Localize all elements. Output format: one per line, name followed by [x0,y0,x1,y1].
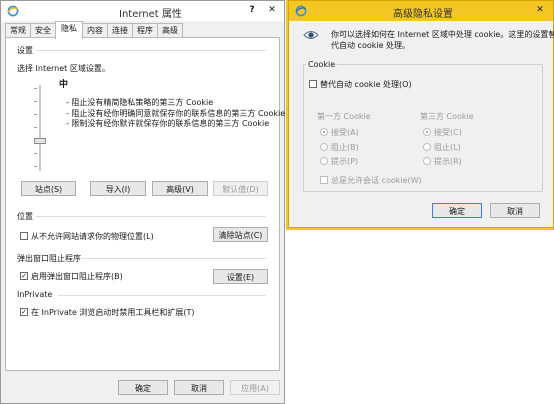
eye-icon [303,27,319,43]
third-party-option: 接受(C) [434,128,462,137]
close-button[interactable]: ✕ [265,3,279,17]
popup-settings-button[interactable]: 设置(E) [213,269,268,284]
import-button[interactable]: 导入(I) [90,181,146,196]
location-header: 位置 [17,212,33,221]
privacy-bullet: - 限制没有经你默许就保存你的联系信息的第三方 Cookie [66,119,270,128]
tab-connections[interactable]: 连接 [107,23,133,38]
slider-tick [34,166,37,167]
inprivate-header: InPrivate [17,290,53,299]
settings-header: 设置 [17,46,33,55]
advanced-privacy-dialog: 高级隐私设置 ✕ 你可以选择如何在 Internet 区域中处理 cookie。… [288,0,554,228]
tab-advanced[interactable]: 高级 [157,23,183,38]
session-cookie-label: 总是允许会话 cookie(W) [331,176,422,185]
tab-security[interactable]: 安全 [30,23,56,38]
override-checkbox[interactable] [309,80,317,88]
title-bar: Internet 属性 ? ✕ [1,1,284,21]
third-party-option: 提示(R) [434,157,462,166]
third-party-block-radio[interactable] [423,143,431,151]
location-checkbox-label: 从不允许网站请求你的物理位置(L) [31,232,154,241]
default-button[interactable]: 默认值(D) [213,181,268,196]
first-party-accept-radio[interactable] [320,128,328,136]
slider-tick [34,88,37,89]
cancel-button[interactable]: 取消 [174,380,224,395]
advanced-button[interactable]: 高级(V) [152,181,208,196]
apply-button[interactable]: 应用(A) [230,380,280,395]
override-checkbox-label: 替代自动 cookie 处理(O) [320,80,412,89]
first-party-option: 接受(A) [331,128,359,137]
third-party-prompt-radio[interactable] [423,157,431,165]
inprivate-checkbox[interactable]: ✓ [20,308,28,316]
privacy-bullet: - 阻止没有精简隐私策略的第三方 Cookie [66,98,214,107]
privacy-pane: 设置 选择 Internet 区域设置。 中 - 阻止没有精简隐私策略的第三方 … [5,37,285,371]
popup-header: 弹出窗口阻止程序 [17,254,81,263]
tab-programs[interactable]: 程序 [132,23,158,38]
first-party-header: 第一方 Cookie [317,112,371,121]
tab-general[interactable]: 常规 [5,23,31,38]
first-party-option: 阻止(B) [331,143,359,152]
dialog-title-bar: 高级隐私设置 ✕ [289,1,553,21]
internet-options-window: Internet 属性 ? ✕ 常规 安全 隐私 内容 连接 程序 高级 设置 … [0,0,285,404]
slider-tick [34,101,37,102]
third-party-accept-radio[interactable] [423,128,431,136]
tab-content[interactable]: 内容 [82,23,108,38]
slider-tick [34,127,37,128]
dialog-cancel-button[interactable]: 取消 [490,203,540,218]
inprivate-checkbox-label: 在 InPrivate 浏览启动时禁用工具栏和扩展(T) [31,308,195,317]
ie-logo-icon [7,5,19,17]
location-divider [36,216,266,217]
popup-checkbox-label: 启用弹出窗口阻止程序(B) [31,272,123,281]
slider-tick [34,153,37,154]
first-party-option: 提示(P) [331,157,359,166]
first-party-block-radio[interactable] [320,143,328,151]
help-button[interactable]: ? [245,3,259,17]
inprivate-divider [58,295,266,296]
clear-sites-button[interactable]: 清除站点(C) [213,227,268,242]
dialog-ok-button[interactable]: 确定 [432,203,482,218]
tab-privacy[interactable]: 隐私 [55,21,83,39]
slider-tick [34,114,37,115]
cookie-group-label: Cookie [306,60,338,69]
session-cookie-checkbox[interactable] [320,176,328,184]
third-party-option: 阻止(L) [434,143,461,152]
popup-checkbox[interactable]: ✓ [20,272,28,280]
close-button[interactable]: ✕ [533,3,547,17]
privacy-slider-track[interactable] [39,85,41,171]
ok-button[interactable]: 确定 [118,380,168,395]
popup-divider [82,258,266,259]
dialog-description: 你可以选择如何在 Internet 区域中处理 cookie。这里的设置替 [331,30,554,39]
zone-prompt: 选择 Internet 区域设置。 [17,64,110,73]
dialog-title: 高级隐私设置 [393,9,453,20]
third-party-header: 第三方 Cookie [420,112,474,121]
window-title: Internet 属性 [119,9,182,20]
settings-divider [36,50,266,51]
first-party-prompt-radio[interactable] [320,157,328,165]
privacy-slider-thumb[interactable] [34,138,46,144]
sites-button[interactable]: 站点(S) [21,181,76,196]
privacy-level: 中 [59,80,69,90]
ie-logo-icon [295,5,307,17]
location-checkbox[interactable] [20,232,28,240]
dialog-description: 代自动 cookie 处理。 [331,41,411,50]
